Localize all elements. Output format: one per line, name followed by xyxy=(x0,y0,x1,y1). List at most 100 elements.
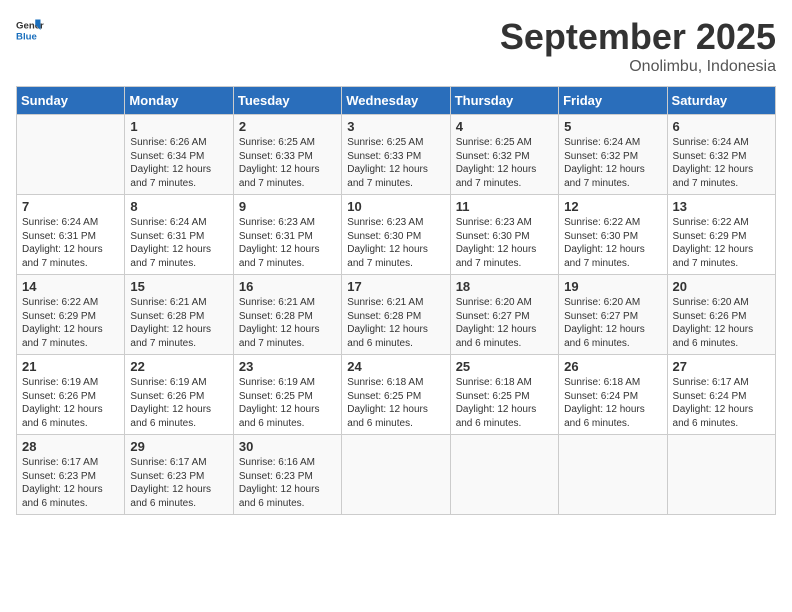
day-info: Sunrise: 6:16 AMSunset: 6:23 PMDaylight:… xyxy=(239,456,336,510)
table-row: 27 Sunrise: 6:17 AMSunset: 6:24 PMDayligh… xyxy=(667,355,775,435)
generalblue-logo-icon: General Blue xyxy=(16,16,44,44)
day-number: 23 xyxy=(239,359,336,374)
day-number: 11 xyxy=(456,199,553,214)
day-info: Sunrise: 6:17 AMSunset: 6:23 PMDaylight:… xyxy=(22,456,119,510)
day-info: Sunrise: 6:21 AMSunset: 6:28 PMDaylight:… xyxy=(347,296,444,350)
table-row: 20Sunrise: 6:20 AMSunset: 6:26 PMDayligh… xyxy=(667,275,775,355)
calendar-week-row: 7 Sunrise: 6:24 AMSunset: 6:31 PMDaylight… xyxy=(17,195,776,275)
table-row xyxy=(559,435,667,515)
day-info: Sunrise: 6:23 AMSunset: 6:31 PMDaylight:… xyxy=(239,216,336,270)
table-row: 1Sunrise: 6:26 AMSunset: 6:34 PMDaylight… xyxy=(125,115,233,195)
table-row: 19Sunrise: 6:20 AMSunset: 6:27 PMDayligh… xyxy=(559,275,667,355)
calendar-week-row: 21 Sunrise: 6:19 AMSunset: 6:26 PMDayligh… xyxy=(17,355,776,435)
day-info: Sunrise: 6:17 AMSunset: 6:24 PMDaylight:… xyxy=(673,376,770,430)
svg-text:Blue: Blue xyxy=(16,32,37,43)
calendar-table: Sunday Monday Tuesday Wednesday Thursday… xyxy=(16,86,776,515)
table-row: 23 Sunrise: 6:19 AMSunset: 6:25 PMDayligh… xyxy=(233,355,341,435)
day-info: Sunrise: 6:25 AMSunset: 6:33 PMDaylight:… xyxy=(239,136,336,190)
day-info: Sunrise: 6:21 AMSunset: 6:28 PMDaylight:… xyxy=(239,296,336,350)
day-number: 12 xyxy=(564,199,661,214)
table-row: 24 Sunrise: 6:18 AMSunset: 6:25 PMDayligh… xyxy=(342,355,450,435)
table-row: 25 Sunrise: 6:18 AMSunset: 6:25 PMDayligh… xyxy=(450,355,558,435)
col-tuesday: Tuesday xyxy=(233,87,341,115)
table-row: 15 Sunrise: 6:21 AMSunset: 6:28 PMDayligh… xyxy=(125,275,233,355)
day-info: Sunrise: 6:20 AMSunset: 6:26 PMDaylight:… xyxy=(673,296,770,350)
day-number: 15 xyxy=(130,279,227,294)
day-number: 28 xyxy=(22,439,119,454)
day-number: 5 xyxy=(564,119,661,134)
day-number: 14 xyxy=(22,279,119,294)
day-number: 3 xyxy=(347,119,444,134)
day-number: 9 xyxy=(239,199,336,214)
title-block: September 2025 Onolimbu, Indonesia xyxy=(500,16,776,76)
calendar-week-row: 28 Sunrise: 6:17 AMSunset: 6:23 PMDayligh… xyxy=(17,435,776,515)
day-number: 24 xyxy=(347,359,444,374)
day-number: 21 xyxy=(22,359,119,374)
col-thursday: Thursday xyxy=(450,87,558,115)
table-row: 30Sunrise: 6:16 AMSunset: 6:23 PMDayligh… xyxy=(233,435,341,515)
day-info: Sunrise: 6:18 AMSunset: 6:24 PMDaylight:… xyxy=(564,376,661,430)
table-row: 7Sunrise: 6:24 AMSunset: 6:31 PMDaylight… xyxy=(17,195,125,275)
day-info: Sunrise: 6:22 AMSunset: 6:29 PMDaylight:… xyxy=(22,296,119,350)
calendar-week-row: 14 Sunrise: 6:22 AMSunset: 6:29 PMDayligh… xyxy=(17,275,776,355)
day-info: Sunrise: 6:19 AMSunset: 6:26 PMDaylight:… xyxy=(130,376,227,430)
table-row xyxy=(342,435,450,515)
day-number: 19 xyxy=(564,279,661,294)
day-info: Sunrise: 6:19 AMSunset: 6:25 PMDaylight:… xyxy=(239,376,336,430)
month-title: September 2025 xyxy=(500,16,776,58)
day-info: Sunrise: 6:22 AMSunset: 6:29 PMDaylight:… xyxy=(673,216,770,270)
table-row: 13 Sunrise: 6:22 AMSunset: 6:29 PMDayligh… xyxy=(667,195,775,275)
table-row: 14 Sunrise: 6:22 AMSunset: 6:29 PMDayligh… xyxy=(17,275,125,355)
day-info: Sunrise: 6:19 AMSunset: 6:26 PMDaylight:… xyxy=(22,376,119,430)
day-number: 18 xyxy=(456,279,553,294)
table-row: 9 Sunrise: 6:23 AMSunset: 6:31 PMDaylight… xyxy=(233,195,341,275)
table-row: 18 Sunrise: 6:20 AMSunset: 6:27 PMDayligh… xyxy=(450,275,558,355)
col-sunday: Sunday xyxy=(17,87,125,115)
day-info: Sunrise: 6:24 AMSunset: 6:32 PMDaylight:… xyxy=(673,136,770,190)
day-info: Sunrise: 6:18 AMSunset: 6:25 PMDaylight:… xyxy=(347,376,444,430)
col-monday: Monday xyxy=(125,87,233,115)
page-header: General Blue September 2025 Onolimbu, In… xyxy=(16,16,776,76)
location-title: Onolimbu, Indonesia xyxy=(500,58,776,76)
table-row: 6Sunrise: 6:24 AMSunset: 6:32 PMDaylight… xyxy=(667,115,775,195)
day-info: Sunrise: 6:23 AMSunset: 6:30 PMDaylight:… xyxy=(347,216,444,270)
table-row: 21 Sunrise: 6:19 AMSunset: 6:26 PMDayligh… xyxy=(17,355,125,435)
day-number: 25 xyxy=(456,359,553,374)
day-info: Sunrise: 6:20 AMSunset: 6:27 PMDaylight:… xyxy=(456,296,553,350)
day-number: 26 xyxy=(564,359,661,374)
table-row: 8 Sunrise: 6:24 AMSunset: 6:31 PMDaylight… xyxy=(125,195,233,275)
calendar-header-row: Sunday Monday Tuesday Wednesday Thursday… xyxy=(17,87,776,115)
day-info: Sunrise: 6:25 AMSunset: 6:32 PMDaylight:… xyxy=(456,136,553,190)
table-row: 10Sunrise: 6:23 AMSunset: 6:30 PMDayligh… xyxy=(342,195,450,275)
day-info: Sunrise: 6:22 AMSunset: 6:30 PMDaylight:… xyxy=(564,216,661,270)
day-number: 2 xyxy=(239,119,336,134)
day-number: 8 xyxy=(130,199,227,214)
day-number: 27 xyxy=(673,359,770,374)
table-row xyxy=(450,435,558,515)
day-number: 16 xyxy=(239,279,336,294)
col-wednesday: Wednesday xyxy=(342,87,450,115)
table-row xyxy=(667,435,775,515)
day-info: Sunrise: 6:21 AMSunset: 6:28 PMDaylight:… xyxy=(130,296,227,350)
table-row: 3Sunrise: 6:25 AMSunset: 6:33 PMDaylight… xyxy=(342,115,450,195)
day-info: Sunrise: 6:23 AMSunset: 6:30 PMDaylight:… xyxy=(456,216,553,270)
day-number: 29 xyxy=(130,439,227,454)
day-info: Sunrise: 6:24 AMSunset: 6:31 PMDaylight:… xyxy=(130,216,227,270)
day-number: 13 xyxy=(673,199,770,214)
day-number: 4 xyxy=(456,119,553,134)
table-row: 4 Sunrise: 6:25 AMSunset: 6:32 PMDaylight… xyxy=(450,115,558,195)
table-row: 16 Sunrise: 6:21 AMSunset: 6:28 PMDayligh… xyxy=(233,275,341,355)
day-info: Sunrise: 6:26 AMSunset: 6:34 PMDaylight:… xyxy=(130,136,227,190)
table-row: 22 Sunrise: 6:19 AMSunset: 6:26 PMDayligh… xyxy=(125,355,233,435)
day-number: 17 xyxy=(347,279,444,294)
table-row: 26 Sunrise: 6:18 AMSunset: 6:24 PMDayligh… xyxy=(559,355,667,435)
table-row: 5 Sunrise: 6:24 AMSunset: 6:32 PMDaylight… xyxy=(559,115,667,195)
logo: General Blue xyxy=(16,16,44,44)
table-row: 11 Sunrise: 6:23 AMSunset: 6:30 PMDayligh… xyxy=(450,195,558,275)
table-row: 28 Sunrise: 6:17 AMSunset: 6:23 PMDayligh… xyxy=(17,435,125,515)
day-number: 7 xyxy=(22,199,119,214)
day-info: Sunrise: 6:24 AMSunset: 6:32 PMDaylight:… xyxy=(564,136,661,190)
day-number: 22 xyxy=(130,359,227,374)
day-info: Sunrise: 6:17 AMSunset: 6:23 PMDaylight:… xyxy=(130,456,227,510)
day-info: Sunrise: 6:18 AMSunset: 6:25 PMDaylight:… xyxy=(456,376,553,430)
